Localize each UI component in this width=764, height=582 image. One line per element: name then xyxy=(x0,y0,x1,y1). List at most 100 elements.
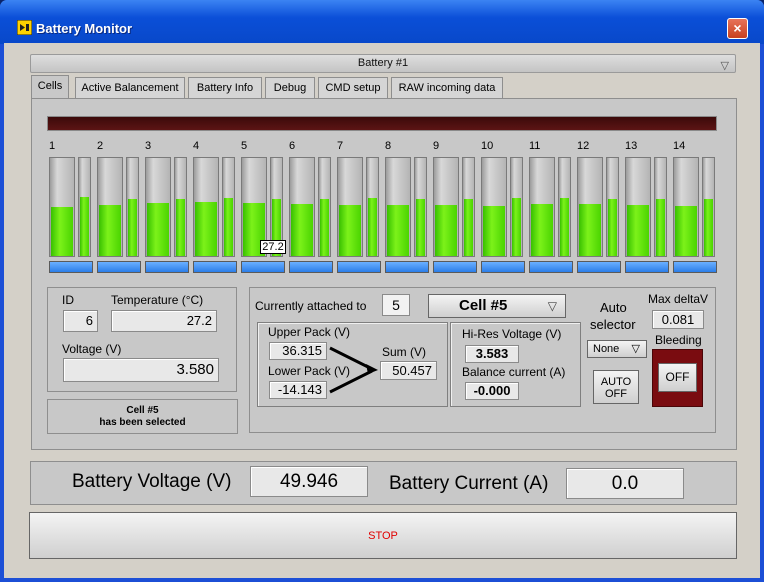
tab-cmd-setup[interactable]: CMD setup xyxy=(318,77,388,98)
cell-tube-10-a xyxy=(481,157,507,257)
battery-voltage-value: 49.946 xyxy=(250,466,368,497)
cell-tube-8-b xyxy=(414,157,427,257)
voltage-value: 3.580 xyxy=(63,358,219,382)
hires-label: Hi-Res Voltage (V) xyxy=(462,327,562,341)
cell-select-bar-13[interactable] xyxy=(625,261,669,273)
max-delta-label: Max deltaV xyxy=(648,292,709,306)
battery-select[interactable]: Battery #1 ▽ xyxy=(30,54,736,73)
cell-number-2: 2 xyxy=(97,140,104,152)
cell-number-3: 3 xyxy=(145,140,152,152)
voltage-label: Voltage (V) xyxy=(62,342,122,356)
cell-number-7: 7 xyxy=(337,140,344,152)
max-delta-value: 0.081 xyxy=(652,310,704,329)
id-value: 6 xyxy=(63,310,98,332)
cell-select-bar-6[interactable] xyxy=(289,261,333,273)
value-tooltip: 27.2 xyxy=(260,240,286,254)
upper-pack-label: Upper Pack (V) xyxy=(268,325,351,339)
cell-level-fill xyxy=(704,199,713,256)
tab-cells[interactable]: Cells xyxy=(31,75,69,98)
cell-tube-1-a xyxy=(49,157,75,257)
status-line-2: has been selected xyxy=(99,417,186,428)
cell-number-9: 9 xyxy=(433,140,440,152)
hires-value: 3.583 xyxy=(465,345,519,363)
cell-level-fill xyxy=(320,199,329,256)
cell-level-fill xyxy=(128,199,137,256)
id-label: ID xyxy=(62,293,74,307)
cell-level-fill xyxy=(627,205,649,256)
cell-level-fill xyxy=(435,205,457,256)
cell-number-4: 4 xyxy=(193,140,200,152)
cell-tube-14-a xyxy=(673,157,699,257)
cell-level-fill xyxy=(387,205,409,256)
cell-select-bar-11[interactable] xyxy=(529,261,573,273)
cell-select-bar-14[interactable] xyxy=(673,261,717,273)
cell-tube-10-b xyxy=(510,157,523,257)
cell-select-bar-7[interactable] xyxy=(337,261,381,273)
cell-level-fill xyxy=(99,205,121,256)
cell-number-12: 12 xyxy=(577,140,590,152)
close-button[interactable]: × xyxy=(727,18,748,39)
cell-level-fill xyxy=(176,199,185,256)
cell-tube-6-a xyxy=(289,157,315,257)
cell-number-10: 10 xyxy=(481,140,494,152)
cell-tube-13-b xyxy=(654,157,667,257)
attached-value: 5 xyxy=(382,294,410,316)
cell-select[interactable]: Cell #5 ▽ xyxy=(428,294,566,318)
status-line-1: Cell #5 xyxy=(126,405,159,416)
cell-select-bar-10[interactable] xyxy=(481,261,525,273)
tab-debug[interactable]: Debug xyxy=(265,77,315,98)
cell-tube-11-a xyxy=(529,157,555,257)
auto-label-2: selector xyxy=(590,317,636,332)
cell-level-fill xyxy=(51,207,73,256)
cell-tube-14-b xyxy=(702,157,715,257)
tab-battery-info[interactable]: Battery Info xyxy=(188,77,262,98)
window-title: Battery Monitor xyxy=(36,21,133,36)
cell-tube-2-a xyxy=(97,157,123,257)
cell-tube-12-b xyxy=(606,157,619,257)
bleeding-off-button[interactable]: OFF xyxy=(658,363,697,392)
tab-raw-incoming-data[interactable]: RAW incoming data xyxy=(391,77,503,98)
balance-current-value: -0.000 xyxy=(465,382,519,400)
chevron-down-icon: ▽ xyxy=(631,343,640,355)
cell-number-14: 14 xyxy=(673,140,686,152)
cell-number-1: 1 xyxy=(49,140,56,152)
cell-select-bar-8[interactable] xyxy=(385,261,429,273)
cell-level-fill xyxy=(675,206,697,256)
cell-number-13: 13 xyxy=(625,140,638,152)
cell-select-bar-5[interactable] xyxy=(241,261,285,273)
auto-off-line-2: OFF xyxy=(605,388,627,400)
cell-tube-3-a xyxy=(145,157,171,257)
battery-voltage-label: Battery Voltage (V) xyxy=(72,471,232,492)
cell-level-fill xyxy=(464,199,473,256)
upper-pack-value: 36.315 xyxy=(269,342,327,360)
cell-select-bar-12[interactable] xyxy=(577,261,621,273)
auto-selector[interactable]: None ▽ xyxy=(587,340,647,358)
sum-arrows-icon xyxy=(329,346,378,394)
cell-tube-3-b xyxy=(174,157,187,257)
attached-label: Currently attached to xyxy=(255,299,367,313)
chevron-down-icon: ▽ xyxy=(547,299,557,313)
cell-select-bar-3[interactable] xyxy=(145,261,189,273)
cell-select-bar-9[interactable] xyxy=(433,261,477,273)
auto-label-1: Auto xyxy=(600,300,627,315)
cell-tube-8-a xyxy=(385,157,411,257)
balance-current-label: Balance current (A) xyxy=(462,365,566,379)
cell-select-bar-2[interactable] xyxy=(97,261,141,273)
cell-level-fill xyxy=(195,202,217,256)
auto-off-button[interactable]: AUTO OFF xyxy=(593,370,639,404)
stop-button[interactable]: STOP xyxy=(29,512,737,559)
cell-level-fill xyxy=(291,204,313,256)
tab-active-balancement[interactable]: Active Balancement xyxy=(75,77,185,98)
lower-pack-value: -14.143 xyxy=(269,381,327,399)
cell-select-bar-4[interactable] xyxy=(193,261,237,273)
title-bar: Battery Monitor × xyxy=(0,0,764,44)
cell-level-fill xyxy=(608,199,617,256)
cell-level-fill xyxy=(339,205,361,256)
cell-level-fill xyxy=(80,197,89,256)
app-icon xyxy=(17,20,32,35)
cell-level-fill xyxy=(512,198,521,256)
cell-tube-4-a xyxy=(193,157,219,257)
cell-number-8: 8 xyxy=(385,140,392,152)
cell-select-bar-1[interactable] xyxy=(49,261,93,273)
sum-value: 50.457 xyxy=(380,361,437,380)
